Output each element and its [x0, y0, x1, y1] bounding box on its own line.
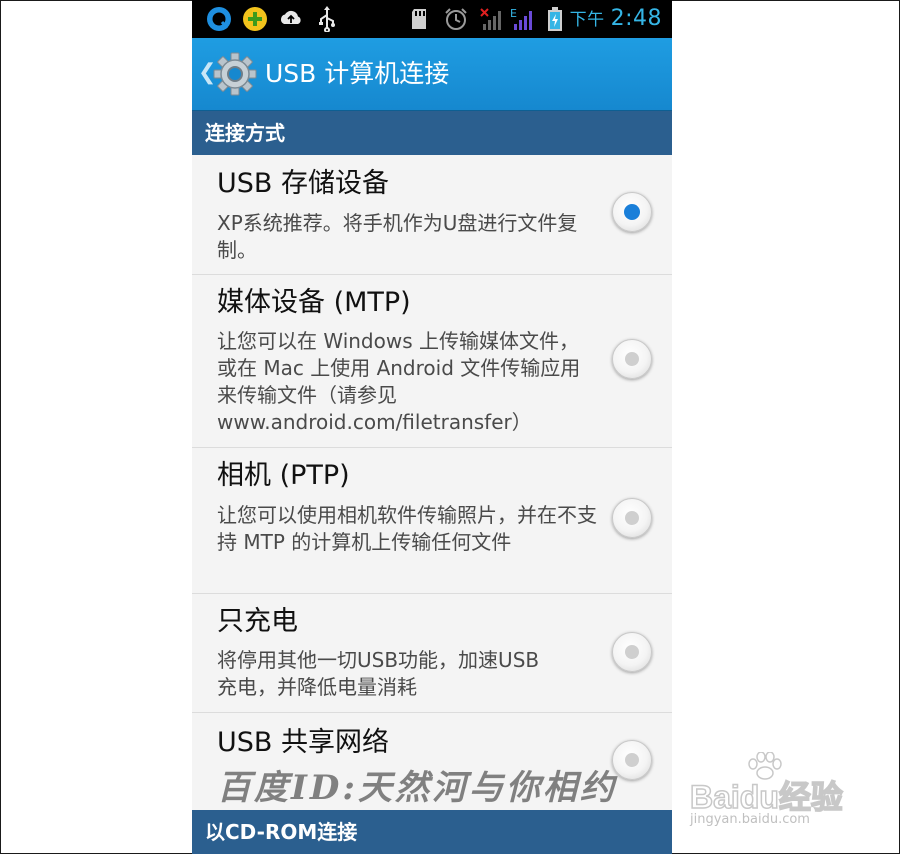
option-charge-only[interactable]: 只充电 将停用其他一切USB功能，加速USB充电，并降低电量消耗: [192, 594, 672, 713]
option-title: USB 存储设备: [217, 168, 390, 199]
logo-url: jingyan.baidu.com: [690, 812, 810, 827]
radio-button[interactable]: [612, 740, 652, 780]
action-bar: ❮ USB 计算机连接: [192, 38, 672, 111]
option-usb-storage[interactable]: USB 存储设备 XP系统推荐。将手机作为U盘进行文件复制。: [192, 155, 672, 275]
baidu-jingyan-logo: Baidu经验 jingyan.baidu.com: [689, 752, 860, 837]
usb-icon: [319, 6, 335, 32]
radio-button[interactable]: [612, 632, 652, 672]
signal-edge-icon: E: [510, 7, 532, 30]
option-media-device-mtp[interactable]: 媒体设备 (MTP) 让您可以在 Windows 上传输媒体文件，或在 Mac …: [192, 275, 672, 448]
plus-app-icon: [243, 7, 267, 31]
settings-gear-icon[interactable]: [212, 51, 258, 97]
sd-card-icon: [412, 9, 426, 29]
radio-selected-dot: [624, 204, 640, 220]
radio-dot: [625, 511, 639, 525]
page-title: USB 计算机连接: [265, 59, 450, 88]
clock-ampm: 下午: [569, 10, 605, 30]
option-title: 媒体设备 (MTP): [217, 287, 411, 318]
section-header-connection-mode: 连接方式: [192, 111, 672, 155]
option-description: 让您可以在 Windows 上传输媒体文件，或在 Mac 上使用 Android…: [217, 329, 581, 434]
phone-screen: E 下午 2:48 ❮ USB 计算机连接 连接方式 USB 存储设备 XP系统…: [192, 0, 672, 854]
cloud-upload-icon: [280, 10, 301, 24]
radio-dot: [625, 645, 639, 659]
clock: 下午 2:48: [570, 4, 662, 34]
battery-charging-icon: [548, 7, 562, 31]
radio-button[interactable]: [612, 192, 652, 232]
handwritten-watermark: 百度ID:天然河与你相约: [217, 768, 617, 808]
option-title: USB 共享网络: [217, 727, 390, 758]
qq-icon: [207, 7, 231, 31]
status-bar: E 下午 2:48: [192, 0, 672, 38]
option-description: XP系统推荐。将手机作为U盘进行文件复制。: [217, 211, 578, 262]
option-description: 将停用其他一切USB功能，加速USB充电，并降低电量消耗: [217, 648, 540, 699]
radio-dot: [625, 352, 639, 366]
alarm-icon: [445, 8, 467, 30]
clock-time: 2:48: [610, 6, 662, 31]
svg-text:E: E: [510, 7, 517, 20]
radio-button[interactable]: [612, 498, 652, 538]
option-title: 相机 (PTP): [217, 460, 350, 491]
radio-dot: [625, 753, 639, 767]
option-description: 让您可以使用相机软件传输照片，并在不支持 MTP 的计算机上传输任何文件: [217, 503, 597, 554]
option-title: 只充电: [217, 606, 298, 637]
section-header-cdrom: 以CD-ROM连接: [192, 810, 672, 854]
signal-no-sim-icon: [480, 8, 501, 30]
radio-button[interactable]: [612, 339, 652, 379]
option-camera-ptp[interactable]: 相机 (PTP) 让您可以使用相机软件传输照片，并在不支持 MTP 的计算机上传…: [192, 448, 672, 594]
